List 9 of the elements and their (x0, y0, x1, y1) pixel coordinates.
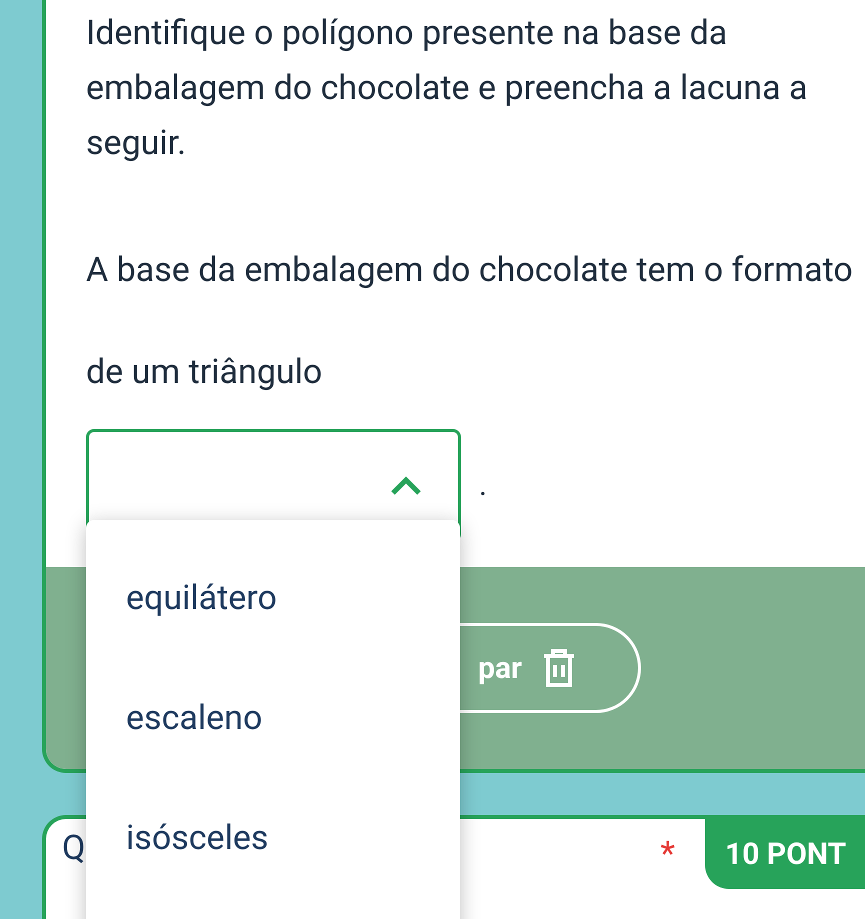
sentence-end: . (479, 467, 487, 505)
chevron-up-icon (390, 476, 422, 496)
required-mark: * (660, 833, 675, 876)
dropdown-option[interactable]: isósceles (86, 778, 460, 898)
question-title: Q (62, 827, 86, 870)
question-prompt: Identifique o polígono presente na base da embalagem do chocolate e preencha a lacuna a seguir. (86, 12, 808, 165)
trash-icon (542, 648, 576, 688)
points-badge: 10 PONT (705, 819, 865, 889)
question-sentence: A base da embalagem do chocolate tem o formato de um triângulo (86, 249, 854, 394)
